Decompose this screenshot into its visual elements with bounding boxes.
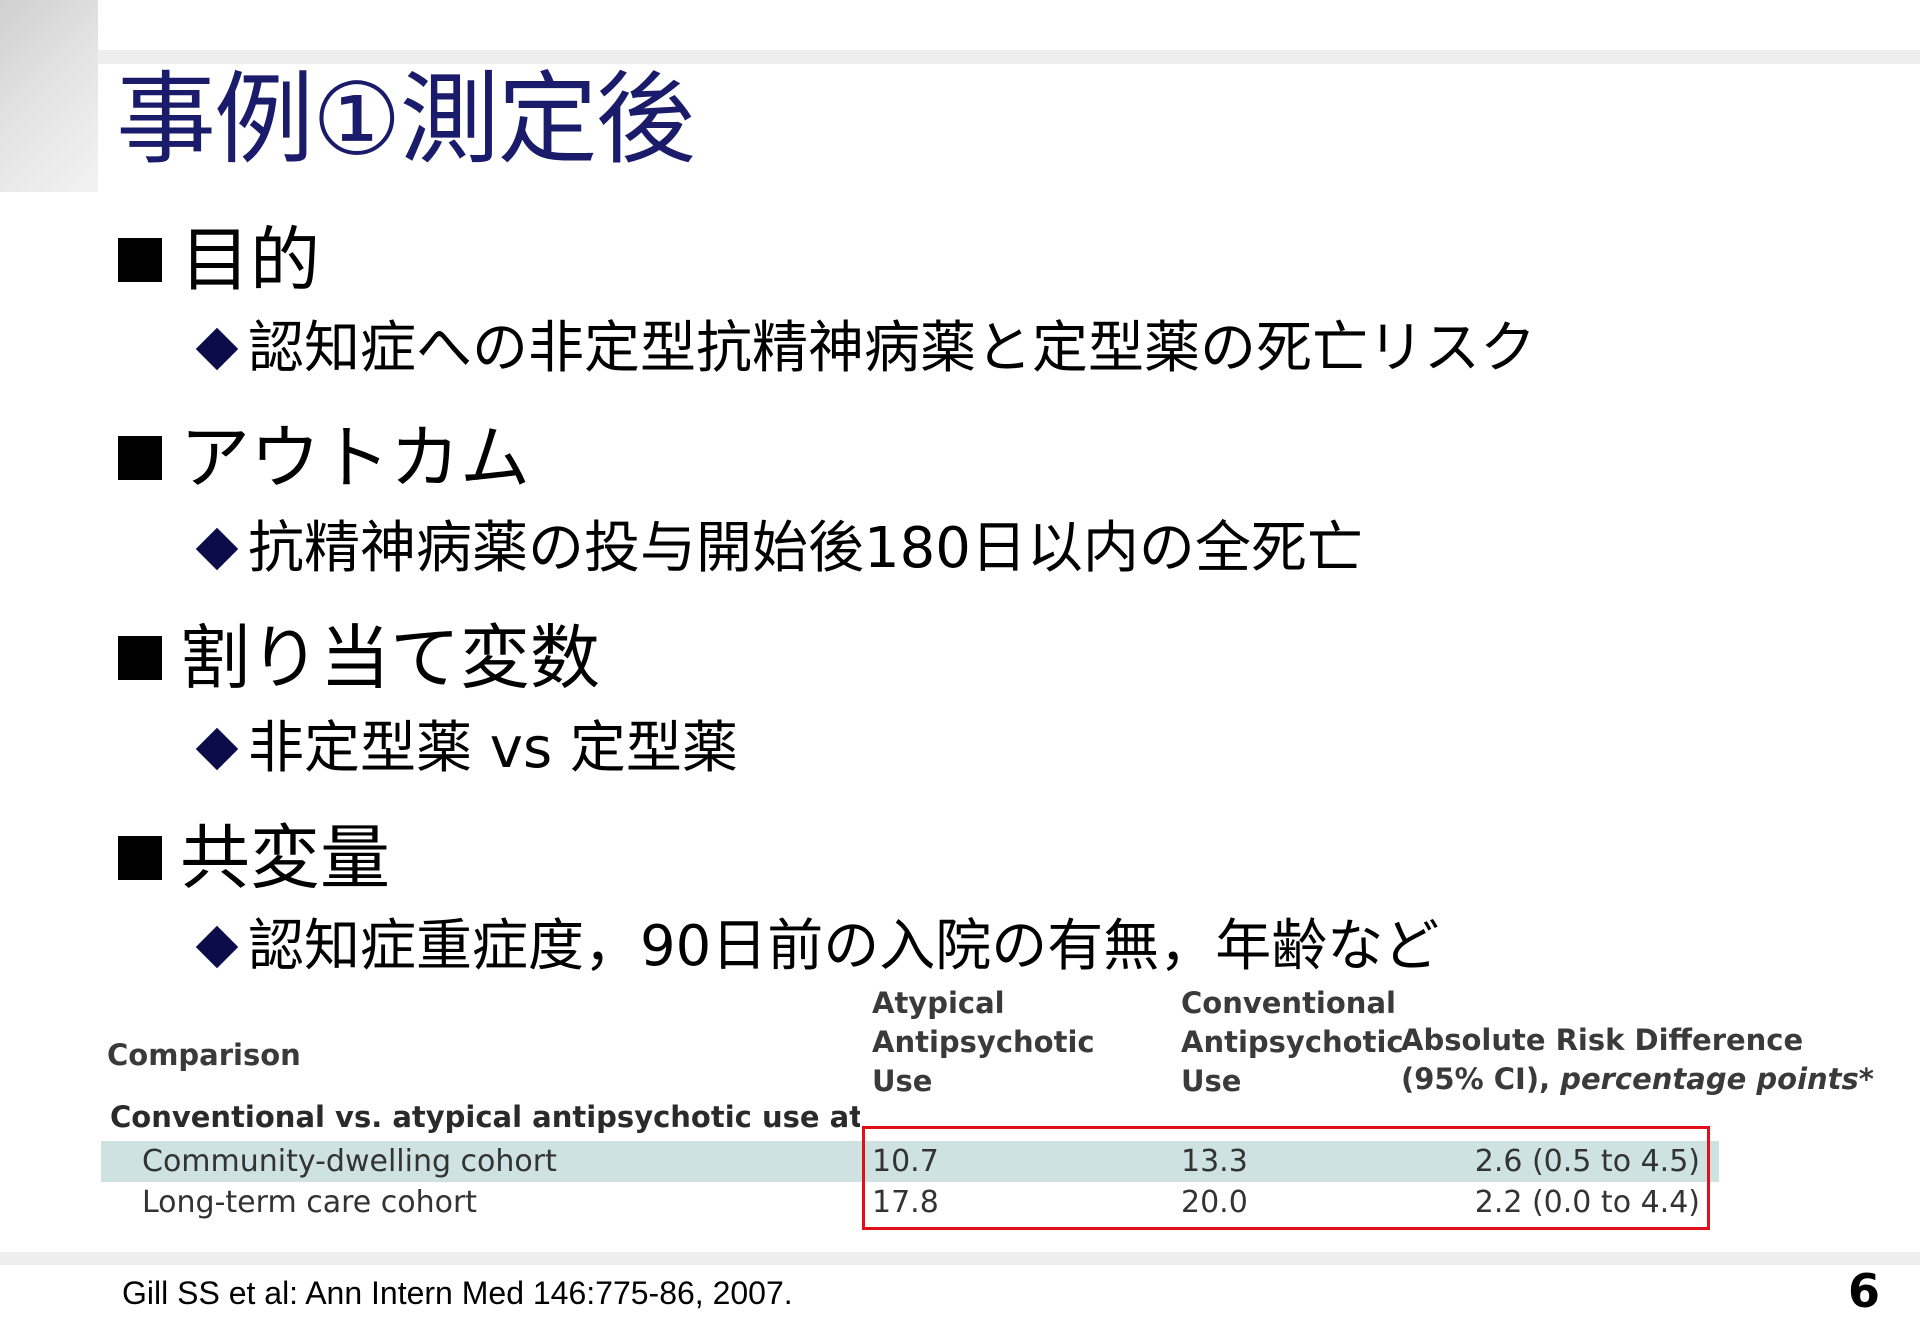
bullet-heading-outcome: アウトカム bbox=[118, 418, 530, 498]
row-label: Long-term care cohort bbox=[142, 1185, 478, 1220]
column-header-risk-2: (95% CI), percentage points* bbox=[1401, 1062, 1874, 1096]
column-header-atypical-2: Antipsychotic bbox=[872, 1025, 1095, 1059]
column-header-risk-1: Absolute Risk Difference bbox=[1401, 1023, 1804, 1057]
bullet-heading-assignment: 割り当て変数 bbox=[118, 618, 600, 698]
page-number: 6 bbox=[1847, 1264, 1880, 1318]
item-text: 抗精神病薬の投与開始後180日以内の全死亡 bbox=[248, 516, 1363, 581]
heading-text: 共変量 bbox=[180, 817, 390, 899]
bullet-item-covariates: 認知症重症度，90日前の入院の有無，年齢など bbox=[192, 914, 1439, 980]
heading-text: 割り当て変数 bbox=[180, 617, 600, 699]
slide-title: 事例①測定後 bbox=[116, 61, 696, 178]
diamond-bullet-icon bbox=[192, 722, 246, 776]
bullet-item-purpose: 認知症への非定型抗精神病薬と定型薬の死亡リスク bbox=[192, 316, 1536, 382]
column-header-atypical-1: Atypical bbox=[872, 986, 1005, 1020]
bullet-heading-purpose: 目的 bbox=[118, 220, 320, 300]
column-header-conventional-3: Use bbox=[1181, 1064, 1242, 1098]
bullet-heading-covariates: 共変量 bbox=[118, 818, 390, 898]
heading-text: アウトカム bbox=[180, 417, 530, 499]
column-header-comparison: Comparison bbox=[107, 1038, 301, 1072]
diamond-bullet-icon bbox=[192, 522, 246, 576]
diamond-bullet-icon bbox=[192, 920, 246, 974]
bullet-item-assignment: 非定型薬 vs 定型薬 bbox=[192, 716, 738, 782]
item-text: 非定型薬 vs 定型薬 bbox=[248, 716, 738, 781]
bullet-item-outcome: 抗精神病薬の投与開始後180日以内の全死亡 bbox=[192, 516, 1363, 582]
table-section-label: Conventional vs. atypical antipsychotic … bbox=[110, 1100, 860, 1134]
square-bullet-icon bbox=[118, 836, 162, 880]
column-header-conventional-2: Antipsychotic bbox=[1181, 1025, 1404, 1059]
diamond-bullet-icon bbox=[192, 322, 246, 376]
square-bullet-icon bbox=[118, 238, 162, 282]
column-header-atypical-3: Use bbox=[872, 1064, 933, 1098]
column-header-conventional-1: Conventional bbox=[1181, 986, 1396, 1020]
heading-text: 目的 bbox=[180, 219, 320, 301]
square-bullet-icon bbox=[118, 636, 162, 680]
square-bullet-icon bbox=[118, 436, 162, 480]
row-label: Community-dwelling cohort bbox=[142, 1144, 557, 1179]
item-text: 認知症への非定型抗精神病薬と定型薬の死亡リスク bbox=[248, 316, 1536, 381]
item-text: 認知症重症度，90日前の入院の有無，年齢など bbox=[248, 914, 1440, 979]
corner-decoration bbox=[0, 0, 98, 192]
footer-rule bbox=[0, 1252, 1920, 1265]
highlight-box bbox=[862, 1126, 1710, 1230]
citation: Gill SS et al: Ann Intern Med 146:775-86… bbox=[122, 1275, 793, 1311]
